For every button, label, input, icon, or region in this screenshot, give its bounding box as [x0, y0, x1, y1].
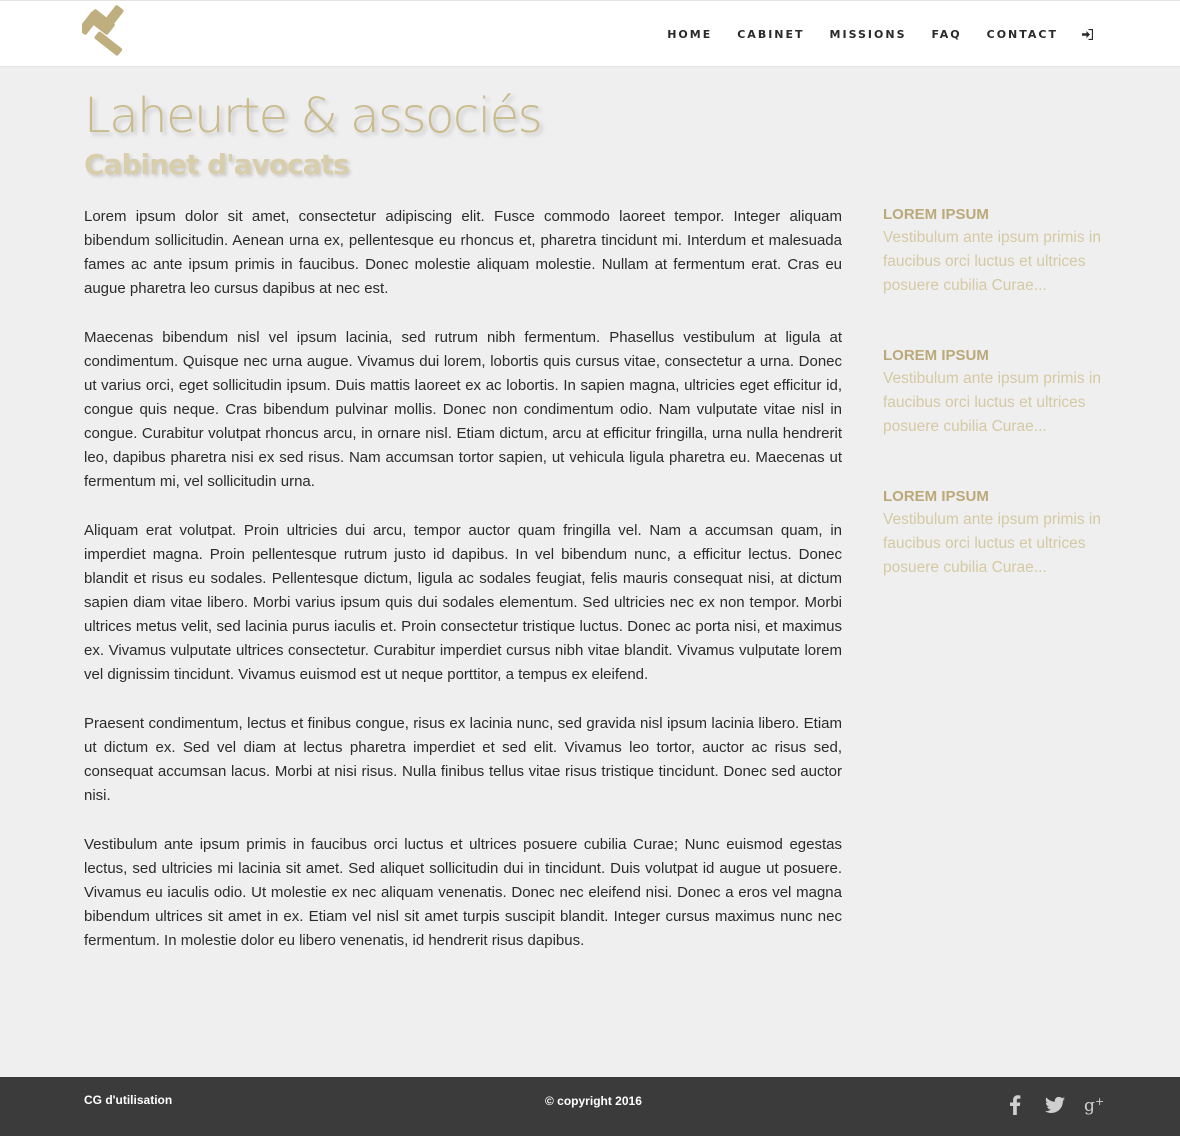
svg-text:g: g [1084, 1096, 1095, 1115]
sidebar-item-title: LOREM IPSUM [883, 206, 989, 223]
sidebar-item-title: LOREM IPSUM [883, 488, 989, 505]
paragraph: Aliquam erat volutpat. Proin ultricies d… [84, 522, 842, 683]
main-nav: HOME CABINET MISSIONS FAQ CONTACT [642, 1, 1094, 67]
page-title: Laheurte & associés [84, 88, 543, 144]
paragraph: Vestibulum ante ipsum primis in faucibus… [84, 836, 842, 949]
nav-cabinet[interactable]: CABINET [737, 28, 804, 41]
nav-missions[interactable]: MISSIONS [830, 28, 907, 41]
footer: CG d'utilisation © copyright 2016 g + [0, 1077, 1180, 1136]
sidebar-item-text: Vestibulum ante ipsum primis in faucibus… [883, 229, 1101, 294]
main-content: Lorem ipsum dolor sit amet, consectetur … [84, 205, 842, 978]
page-subtitle: Cabinet d'avocats [84, 148, 350, 181]
top-navbar: HOME CABINET MISSIONS FAQ CONTACT [0, 0, 1180, 67]
google-plus-icon[interactable]: g + [1084, 1094, 1106, 1116]
social-links: g + [986, 1094, 1106, 1116]
paragraph: Maecenas bibendum nisl vel ipsum lacinia… [84, 329, 842, 490]
copyright-text: © copyright 2016 [545, 1094, 642, 1108]
sidebar: LOREM IPSUM Vestibulum ante ipsum primis… [883, 204, 1123, 627]
nav-faq[interactable]: FAQ [932, 28, 962, 41]
nav-home[interactable]: HOME [667, 28, 712, 41]
gavel-icon[interactable] [78, 5, 136, 59]
paragraph: Praesent condimentum, lectus et finibus … [84, 715, 842, 804]
twitter-icon[interactable] [1044, 1094, 1066, 1116]
sign-in-icon[interactable] [1082, 28, 1094, 40]
sidebar-item-text: Vestibulum ante ipsum primis in faucibus… [883, 370, 1101, 435]
svg-text:+: + [1095, 1095, 1104, 1108]
sidebar-item[interactable]: LOREM IPSUM Vestibulum ante ipsum primis… [883, 345, 1123, 486]
sidebar-item-title: LOREM IPSUM [883, 347, 989, 364]
nav-contact[interactable]: CONTACT [987, 28, 1058, 41]
terms-link[interactable]: CG d'utilisation [84, 1093, 172, 1107]
sidebar-item[interactable]: LOREM IPSUM Vestibulum ante ipsum primis… [883, 486, 1123, 627]
sidebar-item[interactable]: LOREM IPSUM Vestibulum ante ipsum primis… [883, 204, 1123, 345]
paragraph: Lorem ipsum dolor sit amet, consectetur … [84, 208, 842, 297]
facebook-icon[interactable] [1004, 1094, 1026, 1116]
sidebar-item-text: Vestibulum ante ipsum primis in faucibus… [883, 511, 1101, 576]
